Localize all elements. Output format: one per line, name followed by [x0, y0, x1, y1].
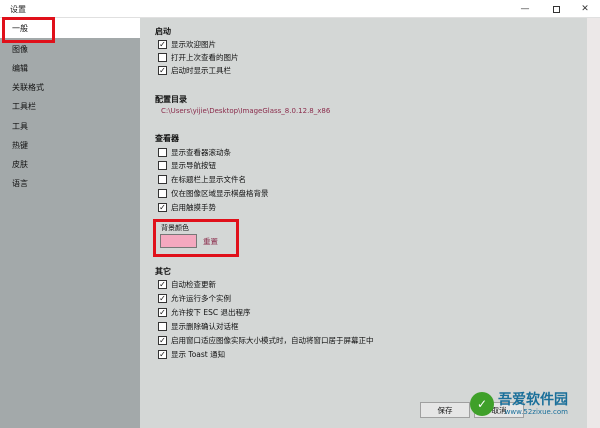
checkbox[interactable]: ✓ — [158, 279, 167, 289]
checkbox[interactable] — [158, 174, 167, 184]
checkbox[interactable]: ✓ — [158, 65, 167, 75]
other-option[interactable]: 显示删除确认对话框 — [158, 320, 239, 332]
sidebar-item-language[interactable]: 语言 — [12, 178, 28, 189]
viewer-option[interactable]: 在标题栏上显示文件名 — [158, 173, 246, 185]
watermark-logo-icon: ✓ — [470, 392, 494, 416]
sidebar-item-hotkeys[interactable]: 热键 — [12, 140, 28, 151]
viewer-section-title: 查看器 — [155, 134, 179, 143]
config-dir-title: 配置目录 — [155, 95, 187, 104]
sidebar-item-theme[interactable]: 皮肤 — [12, 159, 28, 170]
viewer-option[interactable]: ✓ 启用触摸手势 — [158, 201, 216, 213]
startup-option[interactable]: ✓ 显示欢迎图片 — [158, 38, 216, 50]
minimize-icon: — — [520, 4, 530, 14]
checkbox[interactable] — [158, 321, 167, 331]
other-option[interactable]: ✓ 自动检查更新 — [158, 278, 216, 290]
maximize-icon — [552, 5, 560, 13]
close-button[interactable]: ✕ — [570, 0, 600, 18]
checkbox[interactable] — [158, 188, 167, 198]
background-color-label: 背景颜色 — [161, 224, 189, 232]
checkbox[interactable]: ✓ — [158, 335, 167, 345]
checkbox-label: 显示欢迎图片 — [171, 39, 216, 49]
checkbox-label: 仅在图像区域显示棋盘格背景 — [171, 188, 269, 198]
close-icon: ✕ — [581, 4, 589, 14]
startup-option[interactable]: ✓ 启动时显示工具栏 — [158, 64, 231, 76]
other-option[interactable]: ✓ 启用窗口适应图像实际大小模式时，自动将窗口居于屏幕正中 — [158, 334, 374, 346]
checkbox[interactable]: ✓ — [158, 349, 167, 359]
other-option[interactable]: ✓ 允许运行多个实例 — [158, 292, 231, 304]
scrollbar[interactable] — [587, 18, 600, 428]
viewer-option[interactable]: 显示查看器滚动条 — [158, 146, 231, 158]
checkbox[interactable] — [158, 147, 167, 157]
sidebar-item-image[interactable]: 图像 — [12, 44, 28, 55]
sidebar-item-toolbar[interactable]: 工具栏 — [12, 101, 36, 112]
checkbox-label: 启动时显示工具栏 — [171, 65, 231, 75]
startup-option[interactable]: 打开上次查看的图片 — [158, 51, 239, 63]
checkbox[interactable] — [158, 160, 167, 170]
checkbox-label: 显示 Toast 通知 — [171, 349, 226, 359]
checkbox[interactable]: ✓ — [158, 307, 167, 317]
checkbox-label: 自动检查更新 — [171, 279, 216, 289]
other-section-title: 其它 — [155, 267, 171, 276]
checkbox[interactable]: ✓ — [158, 202, 167, 212]
checkbox-label: 启用窗口适应图像实际大小模式时，自动将窗口居于屏幕正中 — [171, 335, 374, 345]
checkbox-label: 允许按下 ESC 退出程序 — [171, 307, 251, 317]
sidebar-item-edit[interactable]: 编辑 — [12, 63, 28, 74]
checkbox-label: 允许运行多个实例 — [171, 293, 231, 303]
reset-color-link[interactable]: 重置 — [203, 236, 218, 247]
background-color-swatch[interactable] — [160, 234, 197, 248]
startup-section-title: 启动 — [155, 27, 171, 36]
other-option[interactable]: ✓ 允许按下 ESC 退出程序 — [158, 306, 251, 318]
highlight-box-general — [2, 17, 55, 43]
sidebar — [0, 18, 140, 428]
watermark-url: www.52zixue.com — [504, 407, 568, 416]
settings-window: 设置 — ✕ 一般 图像 编辑 关联格式 工具栏 工具 热键 皮肤 语言 启动 … — [0, 0, 600, 428]
checkbox-label: 显示导航按钮 — [171, 160, 216, 170]
viewer-option[interactable]: 显示导航按钮 — [158, 159, 216, 171]
other-option[interactable]: ✓ 显示 Toast 通知 — [158, 348, 225, 360]
window-title: 设置 — [10, 5, 26, 14]
save-button[interactable]: 保存 — [420, 402, 470, 418]
checkbox[interactable]: ✓ — [158, 293, 167, 303]
config-dir-path-link[interactable]: C:\Users\yijie\Desktop\ImageGlass_8.0.12… — [161, 107, 330, 115]
title-bar[interactable]: 设置 — ✕ — [0, 0, 600, 18]
viewer-option[interactable]: 仅在图像区域显示棋盘格背景 — [158, 187, 269, 199]
checkbox[interactable]: ✓ — [158, 39, 167, 49]
sidebar-item-tools[interactable]: 工具 — [12, 121, 28, 132]
checkbox-label: 显示删除确认对话框 — [171, 321, 239, 331]
watermark: ✓ 吾爱软件园 www.52zixue.com — [470, 392, 568, 416]
minimize-button[interactable]: — — [510, 0, 540, 18]
maximize-button[interactable] — [541, 0, 571, 18]
checkbox-label: 启用触摸手势 — [171, 202, 216, 212]
watermark-text: 吾爱软件园 — [498, 391, 568, 408]
checkbox-label: 显示查看器滚动条 — [171, 147, 231, 157]
checkbox[interactable] — [158, 52, 167, 62]
checkbox-label: 在标题栏上显示文件名 — [171, 174, 246, 184]
sidebar-item-file-associations[interactable]: 关联格式 — [12, 82, 44, 93]
checkbox-label: 打开上次查看的图片 — [171, 52, 239, 62]
